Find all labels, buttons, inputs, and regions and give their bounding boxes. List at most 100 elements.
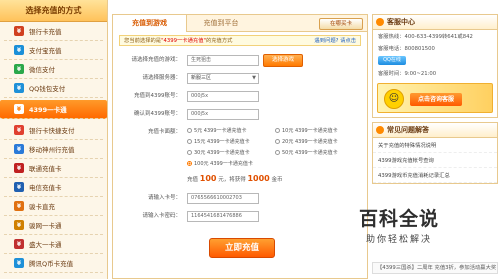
sidebar-item-label: 电信充值卡: [29, 184, 62, 192]
sidebar-item[interactable]: ¥ 盛大一卡通: [4, 235, 103, 254]
sidebar-item-label: QQ钱包支付: [29, 85, 66, 93]
service-title-text: 客服中心: [387, 18, 415, 26]
server-row: 请选择服务器： 新服三区 ▼: [113, 72, 369, 85]
consult-banner[interactable]: ☺ 点击咨询客服: [377, 83, 493, 113]
consult-button[interactable]: 点击咨询客服: [410, 93, 462, 106]
sidebar-item-label: 银行卡充值: [29, 28, 62, 36]
payment-method-list: ¥ 银行卡充值 ¥ 支付宝充值 ¥ 微信支付 ¥ QQ钱包支付 ¥4399一卡通 ¥ 银行卡快捷支付…: [0, 22, 107, 273]
denomination-option[interactable]: 20元 4399一卡通充值卡: [275, 137, 338, 147]
smiley-icon: ☺: [384, 89, 404, 109]
faq-item[interactable]: 关于充值的特殊情况说明: [373, 138, 497, 153]
denomination-option[interactable]: 15元 4399一卡通充值卡: [187, 137, 250, 147]
price-summary: 充值 100 元，将获得 1000 金币: [187, 174, 283, 183]
price-middle: 元，将获得: [218, 177, 246, 183]
sidebar-title: 选择充值的方式: [0, 0, 107, 22]
card-number-input[interactable]: 0765566610002703: [187, 193, 259, 204]
price-prefix: 充值: [187, 177, 199, 183]
sidebar-item-label: 骏网一卡通: [29, 222, 62, 230]
recharge-panel: 充值到游戏 充值到平台 在哪买卡 您当前选择的是"4399一卡通充值"的充值方式…: [112, 14, 368, 279]
denomination-option[interactable]: 100元 4399一卡通充值卡: [187, 159, 253, 169]
select-game-button[interactable]: 选择游戏: [263, 54, 303, 67]
4399-card-icon: ¥: [14, 104, 24, 114]
denomination-options: 5元 4399一卡通充值卡 10元 4399一卡通充值卡 15元 4399一卡通充值…: [187, 126, 367, 170]
qq-online-button[interactable]: QQ在线: [378, 56, 406, 65]
quick-pay-icon: ¥: [14, 125, 24, 135]
confirm-account-input[interactable]: 000j5x: [187, 109, 259, 120]
sidebar-item[interactable]: ¥ 电信充值卡: [4, 178, 103, 197]
sidebar-item-label: 支付宝充值: [29, 47, 62, 55]
game-label: 请选择充值的游戏：: [131, 57, 181, 63]
confirm-account-label: 确认到4399账号：: [134, 111, 181, 117]
sidebar-item[interactable]: ¥4399一卡通: [0, 100, 107, 119]
alipay-icon: ¥: [14, 45, 24, 55]
jcard-icon: ¥: [14, 201, 24, 211]
qcoin-icon: ¥: [14, 258, 24, 268]
sidebar-item-label: 银行卡快捷支付: [29, 127, 75, 135]
radio-icon[interactable]: [275, 128, 280, 133]
server-value: 新服三区: [191, 75, 212, 81]
denomination-option[interactable]: 30元 4399一卡通充值卡: [187, 148, 250, 158]
faq-title-text: 常见问题解答: [387, 126, 429, 134]
sidebar-item[interactable]: ¥ 银行卡充值: [4, 22, 103, 41]
sidebar-item-label: 骏卡直充: [29, 203, 55, 211]
amount-label: 充值卡面额：: [147, 129, 181, 135]
sidebar-item[interactable]: ¥ 银行卡快捷支付: [4, 121, 103, 140]
price-suffix: 金币: [271, 177, 283, 183]
game-row: 请选择充值的游戏： 生死狙击 选择游戏: [113, 54, 369, 67]
service-center: 客服中心 客服热线：400-633-4399转641或842 客服电话：8008…: [372, 14, 498, 118]
payment-method-sidebar: 选择充值的方式 ¥ 银行卡充值 ¥ 支付宝充值 ¥ 微信支付 ¥ QQ钱包支付 ¥4399一卡通…: [0, 0, 108, 279]
radio-icon[interactable]: [275, 150, 280, 155]
price-coins: 1000: [247, 174, 270, 183]
qq-line: QQ在线: [373, 54, 497, 67]
unicom-icon: ¥: [14, 163, 24, 173]
shanda-icon: ¥: [14, 239, 24, 249]
help-link[interactable]: 遇到问题? 请点击: [314, 36, 356, 46]
card-password-input[interactable]: 1164541681476886: [187, 211, 259, 222]
account-input[interactable]: 000j5x: [187, 91, 259, 102]
sidebar-item[interactable]: ¥ 腾讯Q币卡充值: [4, 254, 103, 273]
denomination-option[interactable]: 50元 4399一卡通充值卡: [275, 148, 338, 158]
faq-box: 常见问题解答 关于充值的特殊情况说明 4399游戏充值帐号查询 4399游戏币充…: [372, 122, 498, 184]
radio-icon[interactable]: [187, 161, 192, 166]
sidebar-item[interactable]: ¥ 支付宝充值: [4, 41, 103, 60]
tab-recharge-to-platform[interactable]: 充值到平台: [191, 15, 251, 32]
sidebar-item-label: 盛大一卡通: [29, 241, 62, 249]
denomination-label: 100元 4399一卡通充值卡: [194, 161, 253, 167]
bank-card-icon: ¥: [14, 26, 24, 36]
faq-item[interactable]: 4399游戏充值帐号查询: [373, 153, 497, 168]
where-to-buy-button[interactable]: 在哪买卡: [319, 18, 363, 30]
account-row: 充值到4399账号： 000j5x: [113, 90, 369, 103]
radio-icon[interactable]: [187, 150, 192, 155]
notice-prefix: 您当前选择的是: [124, 38, 162, 44]
sidebar-item[interactable]: ¥ QQ钱包支付: [4, 79, 103, 98]
sidebar-item[interactable]: ¥ 骏卡直充: [4, 197, 103, 216]
recharge-now-button[interactable]: 立即充值: [209, 238, 275, 258]
sidebar-item[interactable]: ¥ 移动神州行充值: [4, 140, 103, 159]
game-field[interactable]: 生死狙击: [187, 55, 259, 66]
server-label: 请选择服务器：: [142, 75, 181, 81]
radio-icon[interactable]: [187, 139, 192, 144]
radio-icon[interactable]: [187, 128, 192, 133]
headset-icon: [376, 18, 384, 26]
sidebar-item[interactable]: ¥ 联通充值卡: [4, 159, 103, 178]
denomination-option[interactable]: 10元 4399一卡通充值卡: [275, 126, 338, 136]
mobile-icon: ¥: [14, 144, 24, 154]
faq-item[interactable]: 4399游戏币充值消耗记录汇总: [373, 168, 497, 183]
service-hotline: 客服热线：400-633-4399转641或842: [378, 34, 473, 40]
card-password-row: 请输入卡密码： 1164541681476886: [113, 210, 369, 223]
watermark: 百科全说 助你轻松解决: [334, 204, 464, 250]
service-phone: 客服电话：800801500: [378, 46, 435, 52]
notice-suffix: 的充值方式: [205, 38, 233, 44]
watermark-subtitle: 助你轻松解决: [365, 235, 432, 245]
sidebar-item-label: 联通充值卡: [29, 165, 62, 173]
sidebar-item[interactable]: ¥ 骏网一卡通: [4, 216, 103, 235]
radio-icon[interactable]: [275, 139, 280, 144]
sidebar-item[interactable]: ¥ 微信支付: [4, 60, 103, 79]
service-hours: 客服时间：9:00~21:00: [378, 71, 437, 77]
promo-ticker[interactable]: 【4399三国杀】二周年 充值3折，参加活动赢大奖: [372, 262, 498, 274]
tab-recharge-to-game[interactable]: 充值到游戏: [113, 15, 187, 32]
denomination-label: 30元 4399一卡通充值卡: [194, 150, 250, 156]
denomination-option[interactable]: 5元 4399一卡通充值卡: [187, 126, 247, 136]
server-select[interactable]: 新服三区 ▼: [187, 73, 259, 84]
card-number-row: 请输入卡号： 0765566610002703: [113, 192, 369, 205]
